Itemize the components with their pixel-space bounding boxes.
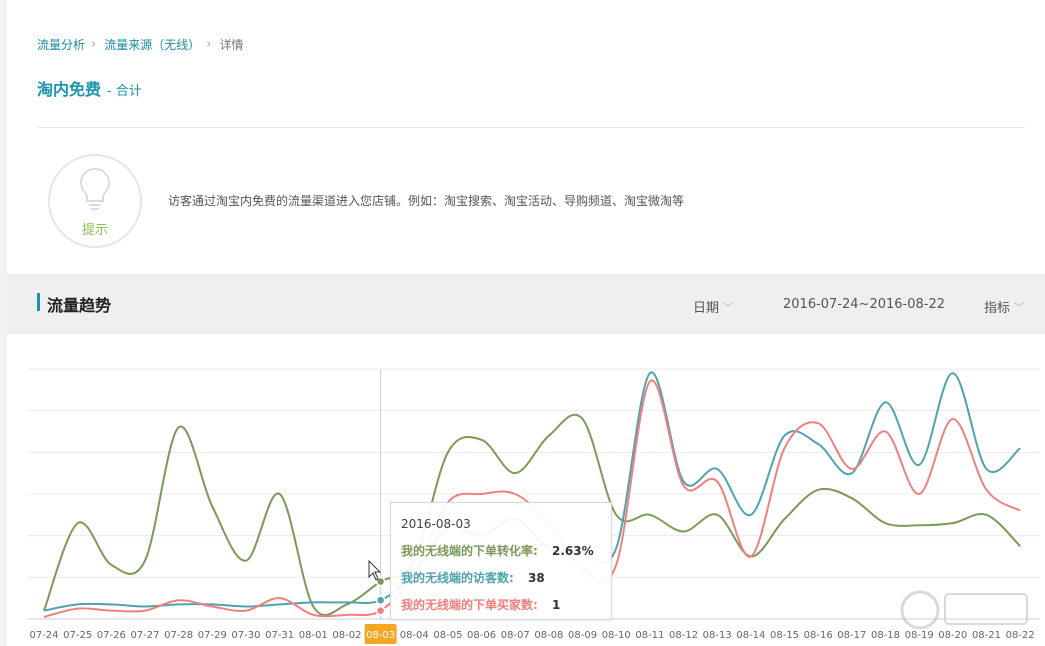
chevron-right-icon: › [206, 37, 212, 52]
chevron-down-icon: ﹀ [1014, 303, 1025, 314]
x-tick-label: 08-01 [299, 630, 328, 641]
tooltip-row-visitors: 我的无线端的访客数: 38 [401, 569, 611, 586]
breadcrumb-item-traffic-source[interactable]: 流量来源（无线） [104, 36, 200, 53]
tooltip-row-label: 我的无线端的下单买家数: [401, 598, 538, 612]
tooltip-row-label: 我的无线端的下单转化率: [401, 544, 538, 558]
page-subtitle: - 合计 [107, 84, 142, 99]
tooltip-row-value: 38 [528, 571, 545, 585]
x-tick-label: 08-05 [433, 630, 462, 641]
mouse-cursor-icon [368, 560, 382, 581]
x-tick-label: 07-30 [231, 630, 260, 641]
x-tick-label: 08-12 [669, 630, 698, 641]
x-tick-label: 08-16 [804, 630, 833, 641]
chevron-down-icon: ﹀ [723, 303, 734, 314]
metric-dropdown-label: 指标 [984, 301, 1011, 316]
x-tick-label: 08-07 [501, 630, 530, 641]
chevron-right-icon: › [91, 37, 97, 52]
x-tick-label: 07-27 [130, 630, 159, 641]
x-tick-label: 08-15 [770, 630, 799, 641]
tooltip-row-value: 2.63% [552, 544, 594, 558]
tip-badge: 提示 [48, 154, 142, 248]
data-point-marker [375, 605, 386, 616]
x-tick-label: 08-10 [602, 630, 631, 641]
watermark-logo-icon [900, 590, 1028, 630]
x-tick-label: 07-25 [63, 630, 92, 641]
x-tick-label: 07-24 [29, 630, 58, 641]
tooltip-row-label: 我的无线端的访客数: [401, 571, 514, 585]
tip-text: 访客通过淘宝内免费的流量渠道进入您店铺。例如：淘宝搜索、淘宝活动、导购频道、淘宝… [168, 194, 685, 208]
trend-header: 流量趋势 日期 ﹀ 2016-07-24~2016-08-22 指标 ﹀ [7, 274, 1045, 334]
x-tick-label: 08-13 [703, 630, 732, 641]
divider [37, 127, 1025, 128]
x-tick-label: 07-29 [198, 630, 227, 641]
tooltip-row-conversion: 我的无线端的下单转化率: 2.63% [401, 542, 611, 559]
page-title: 淘内免费 - 合计 [37, 76, 142, 100]
chart-tooltip: 2016-08-03 我的无线端的下单转化率: 2.63% 我的无线端的访客数:… [390, 502, 612, 620]
data-point-marker [375, 595, 386, 605]
metric-dropdown[interactable]: 指标 ﹀ [984, 297, 1024, 316]
date-dropdown-label: 日期 [693, 301, 720, 316]
x-tick-label: 08-17 [837, 630, 866, 641]
breadcrumb-item-traffic-analysis[interactable]: 流量分析 [37, 36, 85, 53]
x-tick-label: 08-08 [534, 630, 563, 641]
breadcrumb-current: 详情 [219, 38, 244, 52]
x-tick-label: 08-06 [467, 630, 496, 641]
date-range-picker[interactable]: 2016-07-24~2016-08-22 [783, 297, 945, 312]
breadcrumb: 流量分析 › 流量来源（无线） › 详情 [37, 36, 243, 53]
tooltip-row-buyers: 我的无线端的下单买家数: 1 [401, 596, 611, 613]
date-range-text: 2016-07-24~2016-08-22 [783, 297, 945, 312]
x-tick-label: 08-02 [332, 630, 361, 641]
x-tick-label: 08-04 [400, 630, 429, 641]
page-title-text: 淘内免费 [37, 80, 102, 99]
x-tick-label: 08-09 [568, 630, 597, 641]
section-accent-bar [37, 293, 40, 311]
x-tick-label: 08-11 [635, 630, 664, 641]
x-tick-label: 07-26 [97, 630, 126, 641]
x-tick-label: 08-14 [736, 630, 765, 641]
x-tick-label: 07-31 [265, 630, 294, 641]
tip-label: 提示 [81, 223, 108, 238]
lightbulb-icon [79, 167, 111, 210]
trend-title: 流量趋势 [47, 296, 112, 315]
x-tick-label: 07-28 [164, 630, 193, 641]
x-tick-label: 08-03 [366, 630, 395, 641]
tooltip-date: 2016-08-03 [401, 517, 471, 531]
date-dropdown[interactable]: 日期 ﹀ [693, 297, 733, 316]
tooltip-row-value: 1 [552, 598, 561, 612]
